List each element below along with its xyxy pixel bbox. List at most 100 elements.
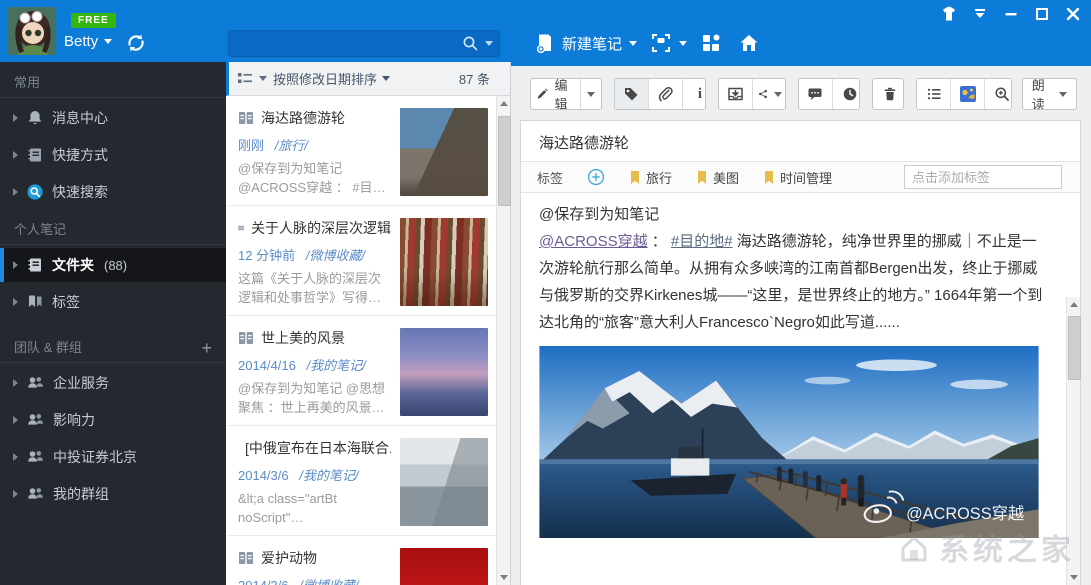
add-tag-icon[interactable] bbox=[587, 168, 605, 186]
scroll-up-button[interactable] bbox=[1067, 297, 1081, 312]
history-button[interactable] bbox=[833, 79, 860, 109]
zoom-button[interactable] bbox=[985, 79, 1012, 109]
note-summary: &lt;a class="artBt noScript" href="http:… bbox=[238, 489, 391, 527]
share-caret[interactable] bbox=[774, 92, 782, 97]
info-button[interactable]: i bbox=[683, 79, 706, 109]
read-aloud-caret[interactable] bbox=[1059, 92, 1067, 97]
expand-arrow-icon[interactable] bbox=[13, 298, 18, 306]
note-folder[interactable]: /我的笔记/ bbox=[299, 468, 358, 483]
note-list-header: 按照修改日期排序 87 条 bbox=[226, 62, 510, 96]
sidebar-item-folders[interactable]: 文件夹 (88) bbox=[0, 248, 226, 282]
tags-bar: 标签 旅行 美图 时间管理 bbox=[521, 161, 1080, 193]
view-mode-icon[interactable] bbox=[237, 71, 253, 86]
note-folder[interactable]: /我的笔记/ bbox=[306, 358, 365, 373]
expand-arrow-icon[interactable] bbox=[13, 261, 18, 269]
sidebar-item-my-groups[interactable]: 我的群组 bbox=[0, 477, 226, 511]
scroll-down-button[interactable] bbox=[1067, 570, 1081, 585]
editor-panel: 编辑 i bbox=[511, 62, 1091, 585]
collapse-button[interactable] bbox=[968, 3, 992, 25]
note-folder[interactable]: /旅行/ bbox=[275, 138, 308, 153]
note-list-item[interactable]: 关于人脉的深层次逻辑 12 分钟前 /微博收藏/ 这篇《关于人脉的深层次逻辑和处… bbox=[226, 206, 496, 316]
note-list-item[interactable]: [中俄宣布在日本海联合... 2014/3/6 /我的笔记/ &lt;a cla… bbox=[226, 426, 496, 536]
scrollbar-thumb[interactable] bbox=[498, 116, 511, 206]
comment-history-group bbox=[798, 78, 860, 110]
add-group-button[interactable]: + bbox=[201, 339, 212, 357]
sidebar-item-influence[interactable]: 影响力 bbox=[0, 403, 226, 437]
sidebar-item-tags[interactable]: 标签 bbox=[0, 285, 226, 319]
expand-arrow-icon[interactable] bbox=[13, 379, 18, 387]
screen-capture-caret[interactable] bbox=[679, 41, 687, 46]
sidebar-item-message-center[interactable]: 消息中心 bbox=[0, 101, 226, 135]
topic-link[interactable]: #目的地# bbox=[671, 233, 733, 250]
maximize-button[interactable] bbox=[1030, 3, 1054, 25]
new-note-button[interactable]: 新建笔记 bbox=[535, 28, 637, 58]
share-button[interactable] bbox=[753, 79, 786, 109]
note-list-item[interactable]: 世上美的风景 2014/4/16 /我的笔记/ @保存到为知笔记 @思想聚焦 ：… bbox=[226, 316, 496, 426]
expand-arrow-icon[interactable] bbox=[13, 151, 18, 159]
expand-arrow-icon[interactable] bbox=[13, 188, 18, 196]
screen-capture-button[interactable] bbox=[650, 28, 687, 58]
note-list-scrollbar[interactable] bbox=[496, 96, 510, 585]
section-title-personal-notes: 个人笔记 bbox=[0, 215, 226, 245]
author-link[interactable]: @ACROSS穿越 bbox=[539, 233, 648, 250]
tag-chip[interactable]: 时间管理 bbox=[763, 168, 832, 187]
widgets-button[interactable] bbox=[700, 28, 722, 58]
scroll-up-button[interactable] bbox=[497, 96, 511, 111]
view-mode-caret[interactable] bbox=[259, 76, 267, 81]
tag-button[interactable] bbox=[615, 79, 649, 109]
read-aloud-button[interactable]: 朗读 bbox=[1023, 79, 1076, 109]
new-note-label: 新建笔记 bbox=[562, 33, 622, 54]
tag-chip[interactable]: 美图 bbox=[696, 168, 739, 187]
note-item-main: 关于人脉的深层次逻辑 12 分钟前 /微博收藏/ 这篇《关于人脉的深层次逻辑和处… bbox=[238, 218, 391, 305]
search-options-caret[interactable] bbox=[485, 41, 493, 46]
tag-chip[interactable]: 旅行 bbox=[629, 168, 672, 187]
outline-button[interactable] bbox=[917, 79, 951, 109]
editor-scrollbar[interactable] bbox=[1066, 297, 1080, 585]
expand-arrow-icon[interactable] bbox=[13, 490, 18, 498]
home-icon bbox=[738, 32, 760, 54]
sort-selector[interactable]: 按照修改日期排序 bbox=[273, 69, 390, 88]
search-input[interactable] bbox=[235, 35, 462, 52]
note-folder[interactable]: /微博收藏/ bbox=[299, 578, 358, 585]
close-button[interactable] bbox=[1061, 3, 1085, 25]
note-list-item[interactable]: 海达路德游轮 刚刚 /旅行/ @保存到为知笔记 @ACROSS穿越 ： #目的地… bbox=[226, 96, 496, 206]
comment-button[interactable] bbox=[799, 79, 833, 109]
avatar[interactable] bbox=[8, 7, 56, 55]
section-title-teams: 团队 & 群组 + bbox=[0, 333, 226, 363]
new-note-caret[interactable] bbox=[629, 41, 637, 46]
sidebar-item-securities[interactable]: 中投证券北京 bbox=[0, 440, 226, 474]
sidebar-item-shortcuts[interactable]: 快捷方式 bbox=[0, 138, 226, 172]
note-summary: @保存到为知笔记 @思想聚焦 ：世上再美的风景，都不... bbox=[238, 379, 391, 417]
sidebar-item-quick-search[interactable]: 快速搜索 bbox=[0, 175, 226, 209]
scroll-down-button[interactable] bbox=[497, 570, 511, 585]
note-item-main: 世上美的风景 2014/4/16 /我的笔记/ @保存到为知笔记 @思想聚焦 ：… bbox=[238, 328, 391, 415]
edit-button[interactable]: 编辑 bbox=[531, 79, 581, 109]
skin-button[interactable] bbox=[937, 3, 961, 25]
sidebar-item-label: 中投证券北京 bbox=[53, 447, 137, 467]
reading-theme-button[interactable] bbox=[951, 79, 985, 109]
account-menu[interactable]: Betty bbox=[64, 33, 112, 50]
edit-options-caret[interactable] bbox=[581, 79, 601, 109]
search-icon[interactable] bbox=[462, 35, 479, 52]
expand-arrow-icon[interactable] bbox=[13, 416, 18, 424]
save-to-button[interactable] bbox=[719, 79, 753, 109]
group-icon bbox=[26, 411, 45, 429]
expand-arrow-icon[interactable] bbox=[13, 114, 18, 122]
note-body-line1: @保存到为知笔记 bbox=[539, 201, 1044, 228]
home-button[interactable] bbox=[738, 28, 760, 58]
attachment-button[interactable] bbox=[649, 79, 683, 109]
note-list-item[interactable]: 爱护动物 2014/3/6 /微博收藏/ bbox=[226, 536, 496, 585]
note-icon bbox=[238, 330, 254, 346]
minimize-button[interactable] bbox=[999, 3, 1023, 25]
sync-button[interactable] bbox=[124, 31, 148, 55]
sidebar-item-enterprise[interactable]: 企业服务 bbox=[0, 366, 226, 400]
delete-button[interactable] bbox=[873, 79, 904, 109]
sidebar-item-label: 消息中心 bbox=[52, 108, 108, 128]
note-folder[interactable]: /微博收藏/ bbox=[306, 248, 365, 263]
note-time: 2014/3/6 bbox=[238, 468, 289, 483]
scrollbar-thumb[interactable] bbox=[1068, 316, 1081, 380]
sidebar-item-label: 快速搜索 bbox=[52, 182, 108, 202]
expand-arrow-icon[interactable] bbox=[13, 453, 18, 461]
add-tag-input[interactable] bbox=[904, 165, 1062, 189]
sidebar-item-label: 快捷方式 bbox=[52, 145, 108, 165]
